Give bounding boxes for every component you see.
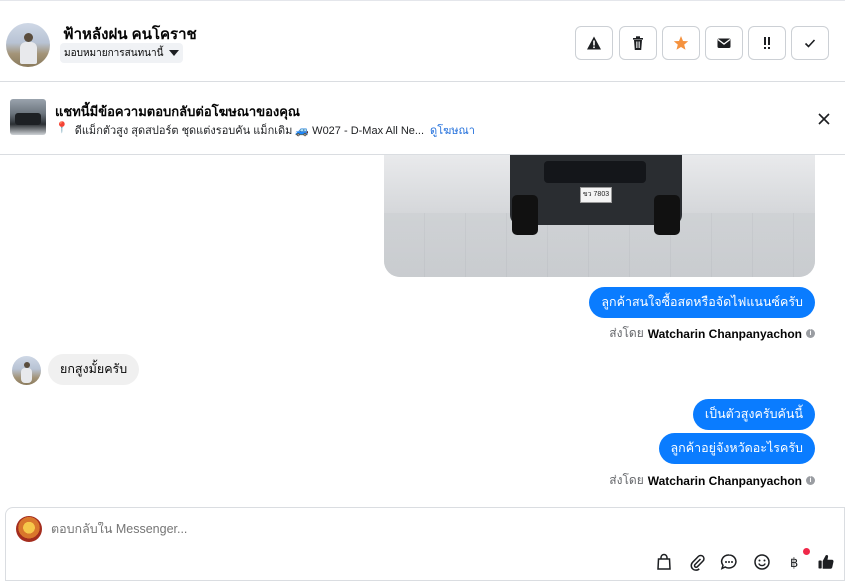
incoming-message[interactable]: ยกสูงมั้ยครับ [48, 354, 140, 385]
contact-avatar[interactable] [6, 23, 50, 67]
pin-icon: 📍 [55, 122, 69, 134]
star-button[interactable] [662, 26, 700, 60]
outgoing-message[interactable]: ลูกค้าอยู่จังหวัดอะไรครับ [658, 433, 815, 464]
follow-up-icon [764, 37, 770, 49]
trash-icon [633, 36, 643, 50]
sent-by-label: ส่งโดย Watcharin Chanpanyachon i [609, 471, 815, 490]
saved-reply-icon [720, 554, 737, 570]
agent-name[interactable]: Watcharin Chanpanyachon [648, 474, 802, 488]
ad-banner-detail: 📍 ดีแม็กตัวสูง สุดสปอร์ต ชุดแต่งรอบคัน แ… [55, 121, 475, 139]
notification-dot [803, 548, 810, 555]
sent-by-label: ส่งโดย Watcharin Chanpanyachon i [609, 324, 815, 343]
check-icon [804, 39, 816, 48]
ad-banner-title: แชทนี้มีข้อความตอบกลับต่อโฆษณาของคุณ [55, 104, 300, 119]
agent-name[interactable]: Watcharin Chanpanyachon [648, 327, 802, 341]
assign-label: มอบหมายการสนทนานี้ [64, 47, 164, 59]
mark-spam-button[interactable] [575, 26, 613, 60]
follow-up-button[interactable] [748, 26, 786, 60]
ad-reply-banner: แชทนี้มีข้อความตอบกลับต่อโฆษณาของคุณ 📍 ด… [0, 83, 845, 155]
paperclip-icon [690, 554, 705, 571]
message-thread[interactable]: ขว 7803 ลูกค้าสนใจซื้อสดหรือจัดไฟแนนซ์คร… [0, 155, 845, 505]
reply-composer: ฿ [5, 507, 845, 581]
contact-avatar-small[interactable] [12, 356, 41, 385]
mark-unread-button[interactable] [705, 26, 743, 60]
mark-done-button[interactable] [791, 26, 829, 60]
bag-icon [657, 553, 671, 570]
star-icon [673, 36, 689, 50]
warning-icon [587, 36, 601, 50]
like-button[interactable] [816, 552, 836, 572]
info-icon[interactable]: i [806, 476, 815, 485]
outgoing-message[interactable]: เป็นตัวสูงครับคันนี้ [692, 399, 815, 430]
outgoing-message[interactable]: ลูกค้าสนใจซื้อสดหรือจัดไฟแนนซ์ครับ [589, 287, 815, 318]
conversation-header: ฟ้าหลังฝน คนโคราช มอบหมายการสนทนานี้ [0, 0, 845, 82]
payment-button[interactable]: ฿ [785, 552, 805, 572]
attach-button[interactable] [687, 552, 707, 572]
envelope-icon [717, 38, 731, 48]
svg-text:฿: ฿ [790, 556, 798, 571]
license-plate: ขว 7803 [580, 187, 612, 203]
saved-replies-button[interactable] [719, 552, 739, 572]
like-icon [818, 554, 834, 569]
ad-detail-text: ดีแม็กตัวสูง สุดสปอร์ต ชุดแต่งรอบคัน แม็… [74, 125, 425, 137]
payment-icon: ฿ [790, 556, 798, 571]
emoji-icon [754, 554, 770, 570]
info-icon[interactable]: i [806, 329, 815, 338]
view-ad-link[interactable]: ดูโฆษณา [430, 121, 475, 139]
reply-input[interactable] [51, 522, 551, 536]
page-avatar [16, 516, 42, 542]
assign-conversation-dropdown[interactable]: มอบหมายการสนทนานี้ [60, 43, 184, 63]
car-photo-attachment[interactable]: ขว 7803 [384, 155, 815, 277]
close-icon [818, 113, 830, 125]
caret-down-icon [169, 50, 180, 56]
close-banner-button[interactable] [815, 110, 833, 128]
emoji-button[interactable] [752, 552, 772, 572]
ad-thumbnail[interactable] [10, 99, 46, 135]
delete-button[interactable] [619, 26, 657, 60]
order-button[interactable] [654, 552, 674, 572]
